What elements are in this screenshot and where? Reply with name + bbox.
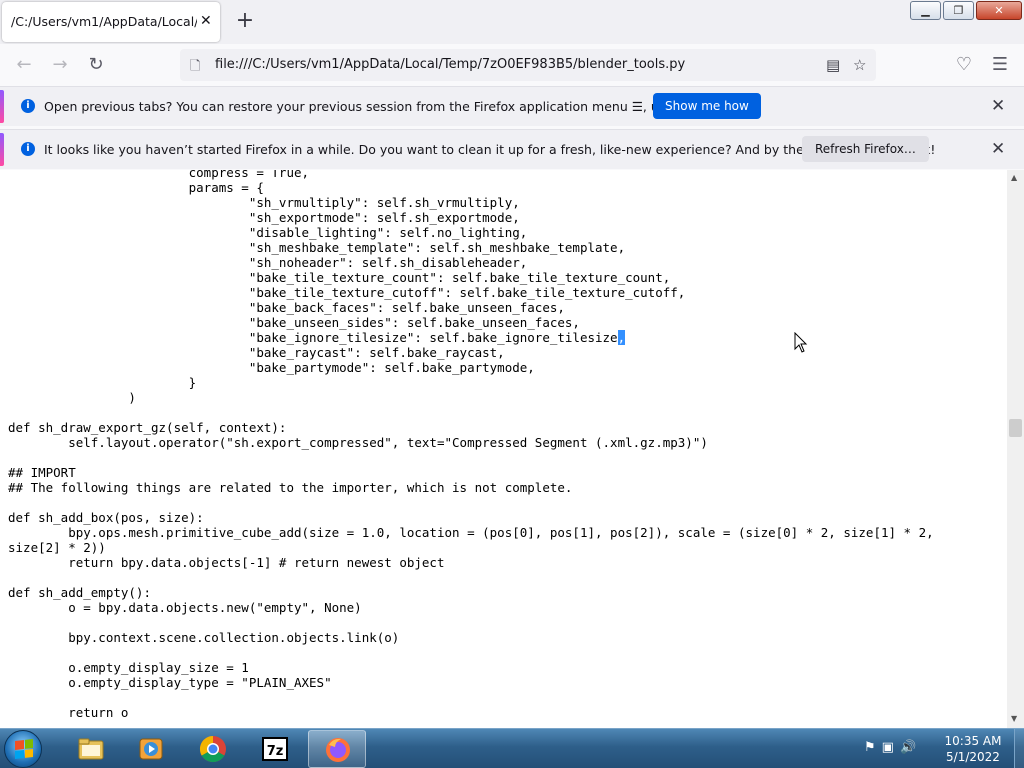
7zip-icon: 7z (262, 737, 288, 761)
close-notification-icon[interactable]: ✕ (991, 139, 1005, 159)
chrome-icon (199, 735, 226, 763)
system-tray: ⚑ ▣ 🔊 (864, 740, 916, 755)
tab-title: /C:/Users/vm1/AppData/Local/Temp/7zO0EF9… (11, 14, 197, 29)
close-window-button[interactable]: ✕ (976, 1, 1022, 20)
vertical-scrollbar[interactable]: ▲ ▼ (1007, 170, 1024, 728)
notification-accent (0, 133, 4, 166)
refresh-firefox-button[interactable]: Refresh Firefox… (802, 136, 929, 162)
code-text: "bake_raycast": self.bake_raycast, "bake… (8, 345, 934, 720)
clock-date: 5/1/2022 (946, 750, 1000, 764)
scrollbar-thumb[interactable] (1009, 419, 1022, 437)
notification-accent (0, 90, 4, 123)
pocket-icon[interactable]: ♡ (954, 55, 974, 75)
tab-blender-tools[interactable]: /C:/Users/vm1/AppData/Local/Temp/7zO0EF9… (2, 2, 220, 42)
selected-text: , (617, 330, 626, 345)
taskbar-chrome[interactable] (184, 730, 242, 768)
clock-time: 10:35 AM (944, 734, 1002, 748)
clock[interactable]: 10:35 AM 5/1/2022 (938, 733, 1008, 765)
bookmark-star-icon[interactable]: ☆ (853, 56, 866, 74)
folder-icon (78, 738, 104, 760)
windows-logo-icon (15, 739, 33, 759)
close-notification-icon[interactable]: ✕ (991, 96, 1005, 116)
mouse-cursor-icon (794, 332, 808, 353)
info-icon: i (21, 142, 35, 156)
network-icon[interactable]: ▣ (882, 740, 894, 755)
page-content: compress = True, params = { "sh_vrmultip… (0, 170, 1007, 728)
taskbar-explorer[interactable] (62, 730, 120, 768)
app-menu-icon[interactable]: ☰ (990, 55, 1010, 75)
back-icon[interactable]: ← (14, 55, 34, 75)
window-controls: ▁ ❐ ✕ (910, 1, 1022, 20)
notification-message: Open previous tabs? You can restore your… (44, 99, 739, 114)
taskbar-media-player[interactable] (122, 730, 180, 768)
scroll-down-icon[interactable]: ▼ (1011, 714, 1017, 723)
address-bar[interactable]: 🗋 file:///C:/Users/vm1/AppData/Local/Tem… (180, 49, 876, 81)
restore-session-notification: i Open previous tabs? You can restore yo… (0, 86, 1024, 126)
start-button[interactable] (4, 730, 42, 768)
source-code: compress = True, params = { "sh_vrmultip… (8, 170, 934, 720)
media-player-icon (139, 738, 163, 760)
forward-icon[interactable]: → (50, 55, 70, 75)
taskbar-firefox[interactable] (308, 730, 366, 768)
svg-text:7z: 7z (267, 744, 284, 759)
reader-view-icon[interactable]: ▤ (826, 56, 840, 74)
refresh-firefox-notification: i It looks like you haven’t started Fire… (0, 129, 1024, 169)
minimize-button[interactable]: ▁ (910, 1, 941, 20)
volume-icon[interactable]: 🔊 (900, 740, 916, 755)
taskbar: 7z ⚑ ▣ 🔊 10:35 AM 5/1/2022 (0, 728, 1024, 768)
firefox-icon (326, 738, 350, 762)
new-tab-icon[interactable]: + (234, 8, 256, 34)
info-icon: i (21, 99, 35, 113)
url-text[interactable]: file:///C:/Users/vm1/AppData/Local/Temp/… (215, 57, 685, 72)
file-icon: 🗋 (190, 59, 201, 74)
reload-icon[interactable]: ↻ (86, 55, 106, 75)
code-text: compress = True, params = { "sh_vrmultip… (188, 170, 686, 345)
scroll-up-icon[interactable]: ▲ (1011, 173, 1017, 182)
tab-close-icon[interactable]: ✕ (200, 13, 212, 29)
maximize-button[interactable]: ❐ (943, 1, 974, 20)
action-center-icon[interactable]: ⚑ (864, 740, 876, 755)
show-me-how-button[interactable]: Show me how (653, 93, 761, 119)
show-desktop-button[interactable] (1014, 729, 1024, 768)
tab-strip: /C:/Users/vm1/AppData/Local/Temp/7zO0EF9… (0, 0, 1024, 44)
taskbar-7zip[interactable]: 7z (246, 730, 304, 768)
navigation-toolbar: ← → ↻ 🗋 file:///C:/Users/vm1/AppData/Loc… (0, 44, 1024, 86)
